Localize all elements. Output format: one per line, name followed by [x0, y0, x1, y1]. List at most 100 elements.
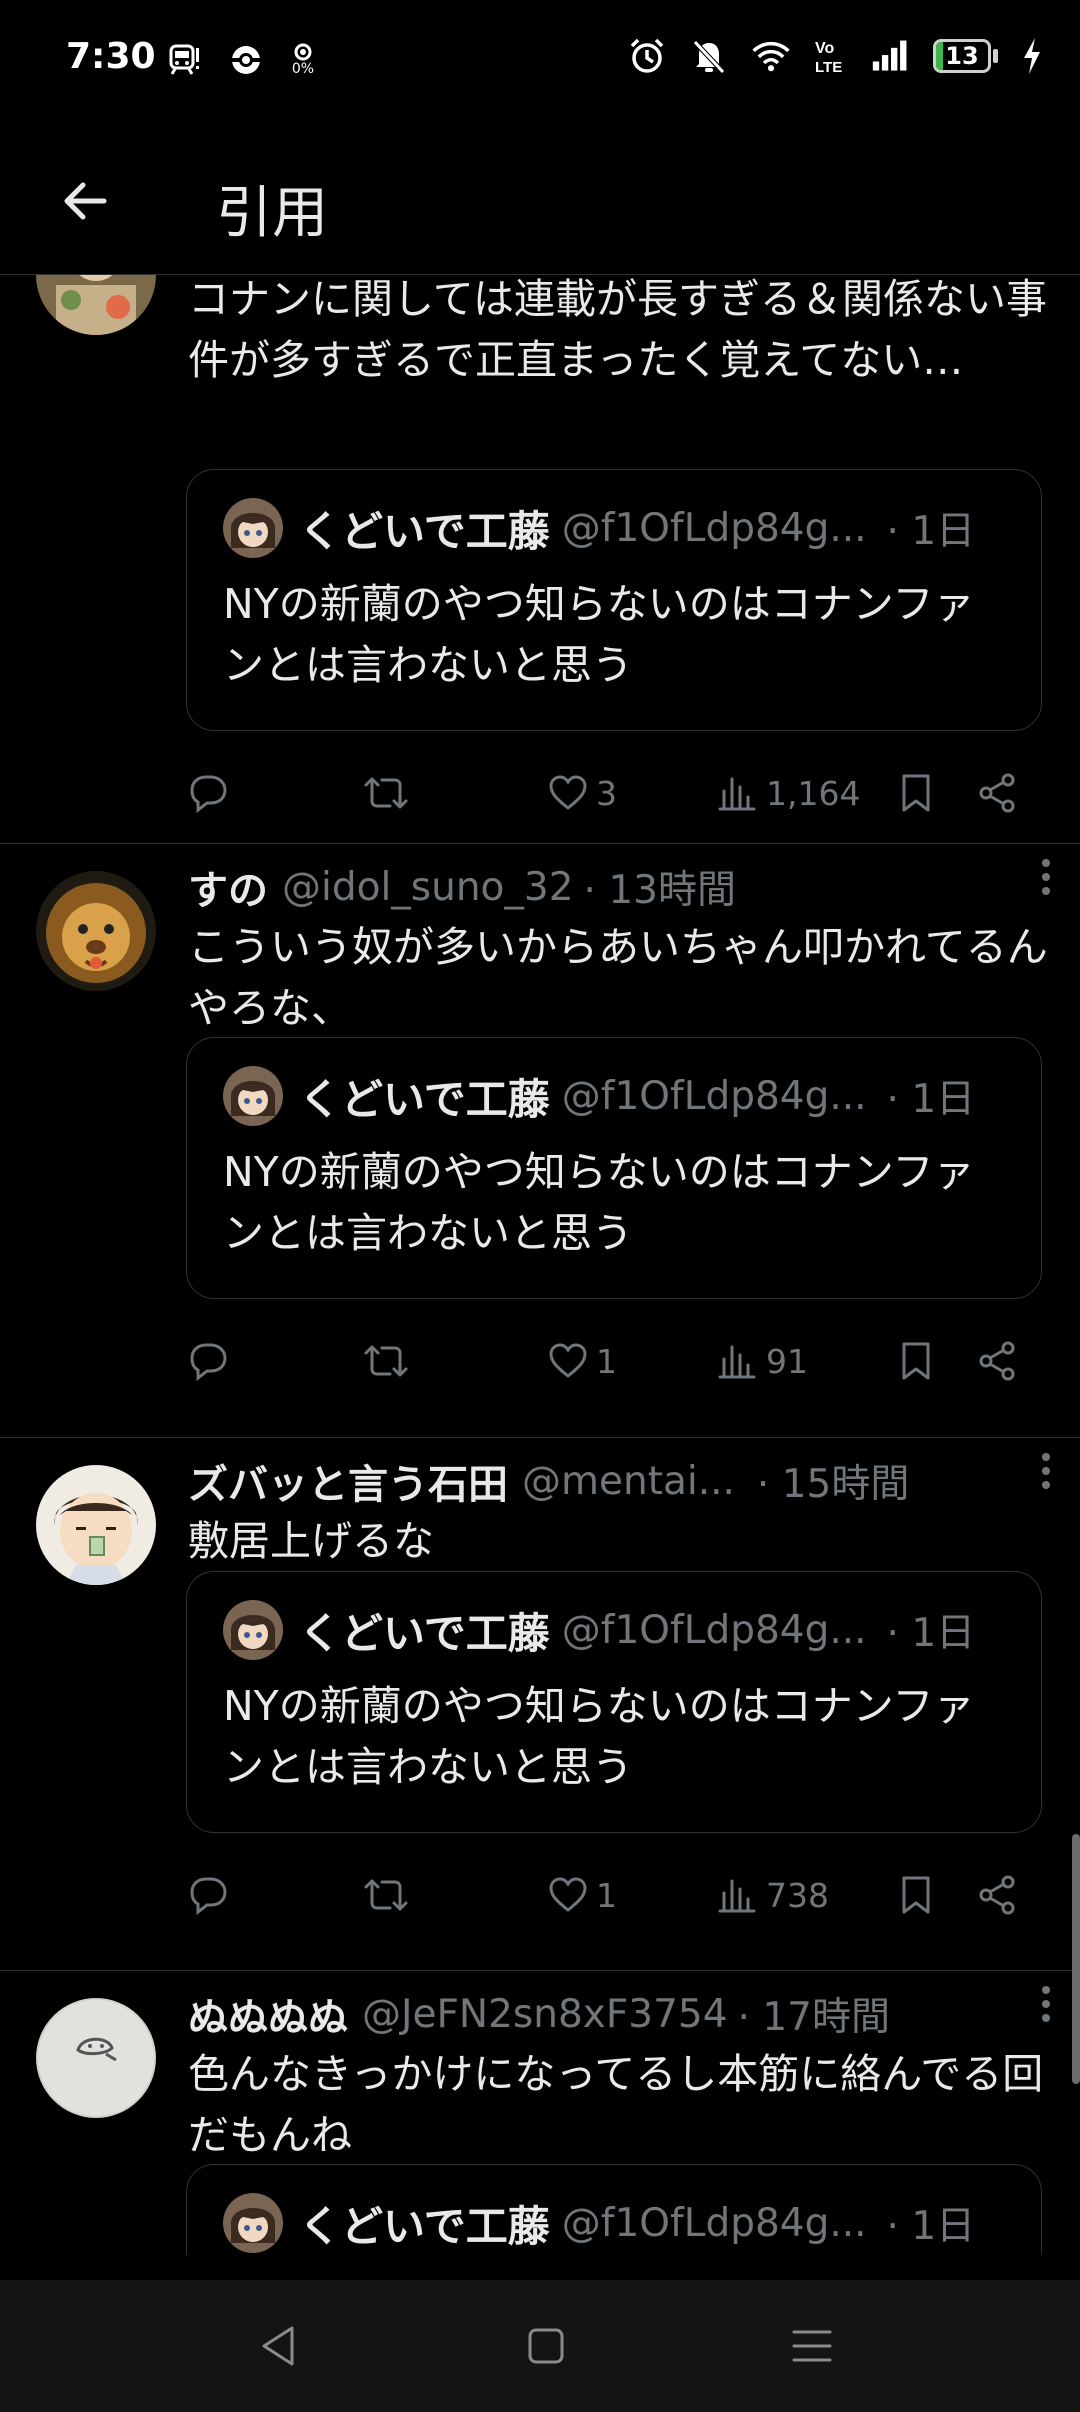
retweet-icon: [364, 777, 408, 809]
alarm-icon: [627, 36, 667, 76]
quoted-text: NYの新蘭のやつ知らないのはコナンファンとは言わないと思う: [223, 580, 975, 689]
bookmark-icon: [902, 1876, 930, 1914]
retweet-button[interactable]: [362, 1331, 410, 1391]
like-button[interactable]: 1: [546, 1331, 617, 1391]
nav-back-button[interactable]: [238, 2310, 318, 2382]
tweet-text: 敷居上げるな: [188, 1517, 434, 1565]
retweet-button[interactable]: [362, 763, 410, 823]
tweet-text: 色んなきっかけになってるし本筋に絡んでる回だもんね: [188, 2050, 1044, 2159]
charging-icon: [1020, 36, 1044, 76]
reply-icon: [190, 1343, 227, 1382]
nav-recents-button[interactable]: [772, 2310, 852, 2382]
mute-icon: [689, 36, 729, 76]
like-button[interactable]: 1: [546, 1865, 617, 1925]
quoted-text: NYの新蘭のやつ知らないのはコナンファンとは言わないと思う: [223, 1682, 975, 1791]
avatar[interactable]: [36, 275, 156, 335]
status-right-icons: Vo LTE 13: [627, 36, 1044, 76]
quoted-author-handle: @f1OfLdp84g...: [561, 2200, 867, 2246]
more-options-button[interactable]: [1026, 1451, 1066, 1491]
tweet[interactable]: すの @idol_suno_32 · 13時間 こういう奴が多いからあいちゃん叩…: [0, 843, 1080, 1438]
views-button[interactable]: 1,164: [716, 763, 860, 823]
status-bar: 7:30 0% Vo LTE 13: [0, 0, 1080, 120]
heart-icon: [549, 775, 587, 810]
bookmark-button[interactable]: [894, 1865, 938, 1925]
view-count: 91: [766, 1341, 808, 1381]
author-handle[interactable]: @idol_suno_32: [282, 865, 574, 910]
tweet-actions: 3 1,164: [186, 763, 1032, 823]
page-title: 引用: [216, 181, 328, 246]
author-name[interactable]: ズバッと言う石田: [188, 1452, 508, 1510]
avatar[interactable]: [36, 1465, 156, 1585]
retweet-button[interactable]: [362, 1865, 410, 1925]
reply-icon: [190, 1877, 227, 1916]
like-button[interactable]: 3: [546, 763, 617, 823]
like-count: 1: [596, 1341, 617, 1381]
author-handle[interactable]: @JeFN2sn8xF3754: [362, 1992, 728, 2037]
nav-home-button[interactable]: [506, 2310, 586, 2382]
timestamp[interactable]: · 17時間: [738, 1986, 890, 2042]
tweet-actions: 1 91: [186, 1331, 1032, 1391]
battery-icon: 13: [933, 39, 998, 73]
author-name[interactable]: ぬぬぬぬ: [188, 1985, 348, 2043]
quoted-tweet[interactable]: くどいで工藤 @f1OfLdp84g... · 1日 NYの新蘭のやつ知らないの…: [186, 1037, 1042, 1299]
status-time: 7:30: [66, 36, 156, 77]
reply-button[interactable]: [186, 1865, 230, 1925]
reply-button[interactable]: [186, 763, 230, 823]
quote-tweet-feed[interactable]: コナンに関しては連載が長すぎる＆関係ない事件が多すぎるで正直まったく覚えてない……: [0, 275, 1080, 2255]
author-name[interactable]: すの: [188, 858, 268, 916]
volte-icon: Vo LTE: [813, 36, 849, 76]
tweet[interactable]: ズバッと言う石田 @mentai... · 15時間 敷居上げるな くどいで工藤…: [0, 1437, 1080, 1971]
sync-icon: [226, 40, 266, 80]
like-count: 1: [596, 1875, 617, 1915]
more-vertical-icon: [1042, 859, 1050, 895]
tweet[interactable]: ぬぬぬぬ @JeFN2sn8xF3754 · 17時間 色んなきっかけになってる…: [0, 1970, 1080, 2255]
home-square-icon: [528, 2328, 564, 2364]
views-button[interactable]: 91: [716, 1331, 808, 1391]
tweet[interactable]: コナンに関しては連載が長すぎる＆関係ない事件が多すぎるで正直まったく覚えてない……: [0, 275, 1080, 844]
avatar[interactable]: [36, 1998, 156, 2118]
back-button[interactable]: [50, 166, 120, 236]
share-button[interactable]: [976, 763, 1020, 823]
signal-icon: [871, 36, 911, 76]
quoted-timestamp: · 1日: [886, 509, 976, 554]
battery-level: 13: [945, 42, 979, 70]
share-button[interactable]: [976, 1865, 1020, 1925]
back-arrow-icon: [64, 182, 107, 220]
reply-button[interactable]: [186, 1331, 230, 1391]
more-options-button[interactable]: [1026, 1984, 1066, 2024]
quoted-tweet[interactable]: くどいで工藤 @f1OfLdp84g... · 1日 NYの新蘭のやつ知らないの…: [186, 1571, 1042, 1833]
more-options-button[interactable]: [1026, 857, 1066, 897]
bookmark-button[interactable]: [894, 763, 938, 823]
heart-icon: [549, 1343, 587, 1378]
data-saver-icon: 0%: [288, 40, 318, 80]
scrollbar[interactable]: [1072, 1834, 1080, 2084]
quoted-author-name: くどいで工藤: [299, 2201, 550, 2251]
bookmark-button[interactable]: [894, 1331, 938, 1391]
view-count: 1,164: [766, 773, 861, 813]
views-chart-icon: [718, 1879, 756, 1913]
more-vertical-icon: [1042, 1453, 1050, 1489]
avatar[interactable]: [36, 871, 156, 991]
back-triangle-icon: [262, 2326, 294, 2366]
quoted-tweet[interactable]: くどいで工藤 @f1OfLdp84g... · 1日 NYの新蘭のやつ知らないの…: [186, 469, 1042, 731]
share-icon: [979, 1341, 1015, 1381]
tweet-text: こういう奴が多いからあいちゃん叩かれてるんやろな、: [188, 923, 1048, 1032]
author-handle[interactable]: @mentai...: [522, 1459, 735, 1504]
tweet-actions: 1 738: [186, 1865, 1032, 1925]
timestamp[interactable]: · 15時間: [757, 1453, 909, 1509]
share-icon: [979, 773, 1015, 813]
like-count: 3: [596, 773, 617, 813]
quoted-tweet[interactable]: くどいで工藤 @f1OfLdp84g... · 1日: [186, 2164, 1042, 2255]
views-button[interactable]: 738: [716, 1865, 829, 1925]
more-vertical-icon: [1042, 1986, 1050, 2022]
views-chart-icon: [718, 777, 756, 811]
quoted-author-name: くどいで工藤: [299, 506, 550, 556]
quoted-author-handle: @f1OfLdp84g...: [561, 1607, 867, 1653]
share-button[interactable]: [976, 1331, 1020, 1391]
quoted-timestamp: · 1日: [886, 1077, 976, 1122]
train-notification-icon: [164, 40, 204, 80]
quoted-avatar: [223, 1066, 283, 1126]
bookmark-icon: [902, 1342, 930, 1380]
timestamp[interactable]: · 13時間: [584, 859, 736, 915]
quoted-author-name: くどいで工藤: [299, 1608, 550, 1658]
